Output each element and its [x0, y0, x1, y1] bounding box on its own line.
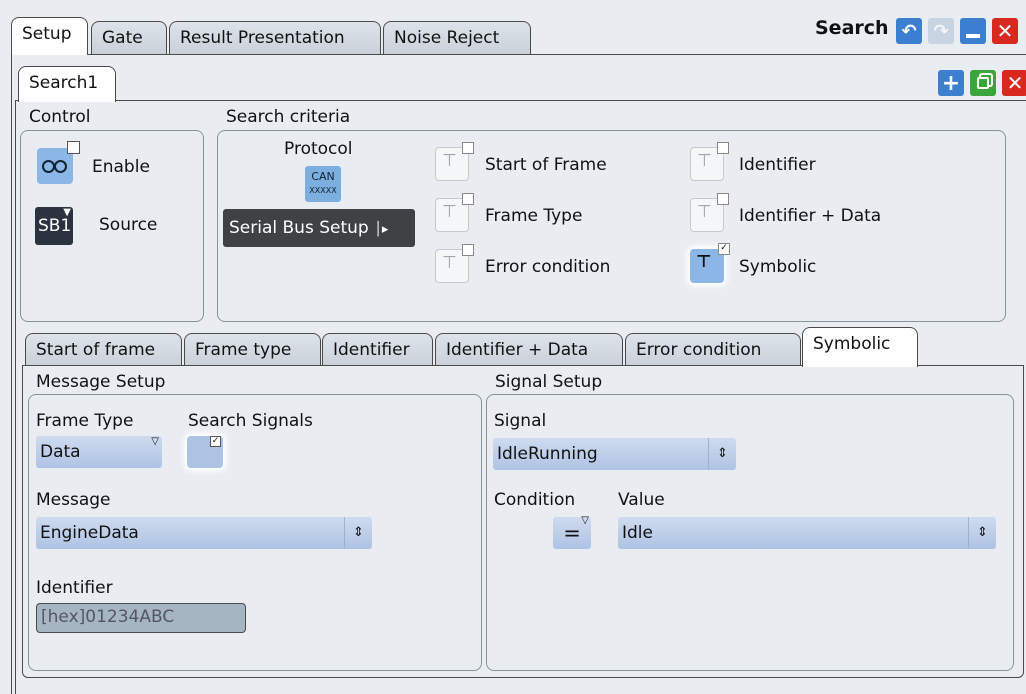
checkbox-checked-icon: ✓: [210, 436, 221, 447]
tab-label: Start of frame: [36, 340, 156, 360]
tab-label: Error condition: [636, 340, 762, 360]
frame-type-value: Data: [40, 442, 81, 462]
enable-label: Enable: [92, 157, 150, 177]
tab-identifier-data[interactable]: Identifier + Data: [435, 333, 623, 367]
tab-frame-type[interactable]: Frame type: [184, 333, 321, 367]
chevron-down-icon: ▽: [581, 515, 589, 526]
identifier-field: [hex]01234ABC: [36, 603, 246, 633]
minimize-icon[interactable]: [960, 18, 986, 44]
delete-search-icon[interactable]: ✕: [1002, 70, 1026, 96]
identifier-label: Identifier: [36, 578, 113, 598]
undo-icon[interactable]: ↶: [896, 18, 922, 44]
tab-label: Result Presentation: [180, 28, 345, 48]
tab-error-condition[interactable]: Error condition: [625, 333, 801, 367]
tab-label: Setup: [22, 24, 72, 44]
tab-label: Gate: [102, 28, 143, 48]
signal-dropdown[interactable]: IdleRunning ⇕: [493, 438, 736, 470]
serial-bus-setup-button[interactable]: Serial Bus Setup │▸: [223, 209, 415, 247]
value-dropdown[interactable]: Idle ⇕: [618, 517, 996, 549]
message-label: Message: [36, 490, 111, 510]
copy-icon[interactable]: [970, 70, 996, 96]
tab-label: Identifier: [333, 340, 410, 360]
filter-symbolic-icon[interactable]: ⊤ ✓: [690, 243, 730, 283]
chevron-right-icon: │▸: [374, 222, 389, 237]
chevron-down-icon: ▽: [151, 436, 159, 447]
condition-value: =: [563, 521, 581, 545]
tab-symbolic[interactable]: Symbolic: [802, 327, 918, 367]
search-signals-checkbox[interactable]: ✓: [187, 436, 223, 468]
condition-label: Condition: [494, 490, 576, 510]
control-title: Control: [29, 107, 91, 127]
chevron-down-icon: ▼: [63, 207, 71, 218]
tab-search1[interactable]: Search1: [18, 66, 116, 102]
filter-frame-type-icon[interactable]: ⊤: [435, 193, 474, 232]
criteria-frame-type: Frame Type: [485, 206, 583, 226]
message-value: EngineData: [40, 523, 139, 543]
filter-identifier-icon[interactable]: ⊤: [690, 142, 729, 181]
enable-checkbox: [67, 141, 80, 154]
filter-start-of-frame-icon[interactable]: ⊤: [435, 142, 474, 181]
signal-setup-title: Signal Setup: [495, 372, 603, 392]
add-icon[interactable]: +: [938, 70, 964, 96]
tab-identifier[interactable]: Identifier: [322, 333, 433, 367]
value-value: Idle: [622, 523, 653, 543]
search-signals-label: Search Signals: [188, 411, 313, 431]
redo-icon[interactable]: ↷: [928, 18, 954, 44]
identifier-value: [hex]01234ABC: [41, 607, 175, 627]
frame-type-dropdown[interactable]: Data ▽: [36, 436, 162, 468]
tab-label: Frame type: [195, 340, 292, 360]
condition-dropdown[interactable]: = ▽: [553, 515, 591, 549]
tab-gate[interactable]: Gate: [91, 21, 167, 55]
serial-bus-setup-label: Serial Bus Setup: [229, 218, 369, 238]
criteria-identifier-data: Identifier + Data: [739, 206, 882, 226]
close-icon[interactable]: ✕: [992, 18, 1018, 44]
tab-label: Identifier + Data: [446, 340, 589, 360]
tab-label: Noise Reject: [394, 28, 500, 48]
message-setup-title: Message Setup: [36, 372, 166, 392]
source-label: Source: [99, 215, 158, 235]
window-title: Search: [815, 17, 889, 39]
source-badge-icon: SB1: [38, 216, 72, 236]
criteria-symbolic: Symbolic: [739, 257, 817, 277]
can-icon-pattern: XXXXX: [309, 186, 337, 195]
frame-type-label: Frame Type: [36, 411, 134, 431]
signal-value: IdleRunning: [497, 444, 598, 464]
enable-button[interactable]: [37, 141, 80, 184]
binoculars-icon: [42, 158, 68, 174]
can-protocol-icon: CAN XXXXX: [305, 166, 341, 202]
tab-label: Search1: [29, 73, 99, 93]
message-dropdown[interactable]: EngineData ⇕: [36, 517, 372, 549]
spinner-icon: ⇕: [344, 517, 372, 549]
filter-error-condition-icon[interactable]: ⊤: [435, 244, 474, 283]
tab-label: Symbolic: [813, 334, 891, 354]
tab-setup[interactable]: Setup: [11, 17, 88, 55]
spinner-icon: ⇕: [968, 517, 996, 549]
spinner-icon: ⇕: [708, 438, 736, 470]
criteria-error-condition: Error condition: [485, 257, 611, 277]
criteria-identifier: Identifier: [739, 155, 816, 175]
signal-label: Signal: [494, 411, 547, 431]
tab-start-of-frame[interactable]: Start of frame: [25, 333, 182, 367]
protocol-label: Protocol: [284, 139, 353, 159]
criteria-title: Search criteria: [226, 107, 351, 127]
value-label: Value: [618, 490, 665, 510]
source-button[interactable]: SB1 ▼: [35, 207, 73, 245]
tab-noise-reject[interactable]: Noise Reject: [383, 21, 531, 55]
tab-result-presentation[interactable]: Result Presentation: [169, 21, 381, 55]
filter-identifier-data-icon[interactable]: ⊤: [690, 193, 729, 232]
criteria-start-of-frame: Start of Frame: [485, 155, 607, 175]
can-icon-text: CAN: [311, 170, 335, 183]
